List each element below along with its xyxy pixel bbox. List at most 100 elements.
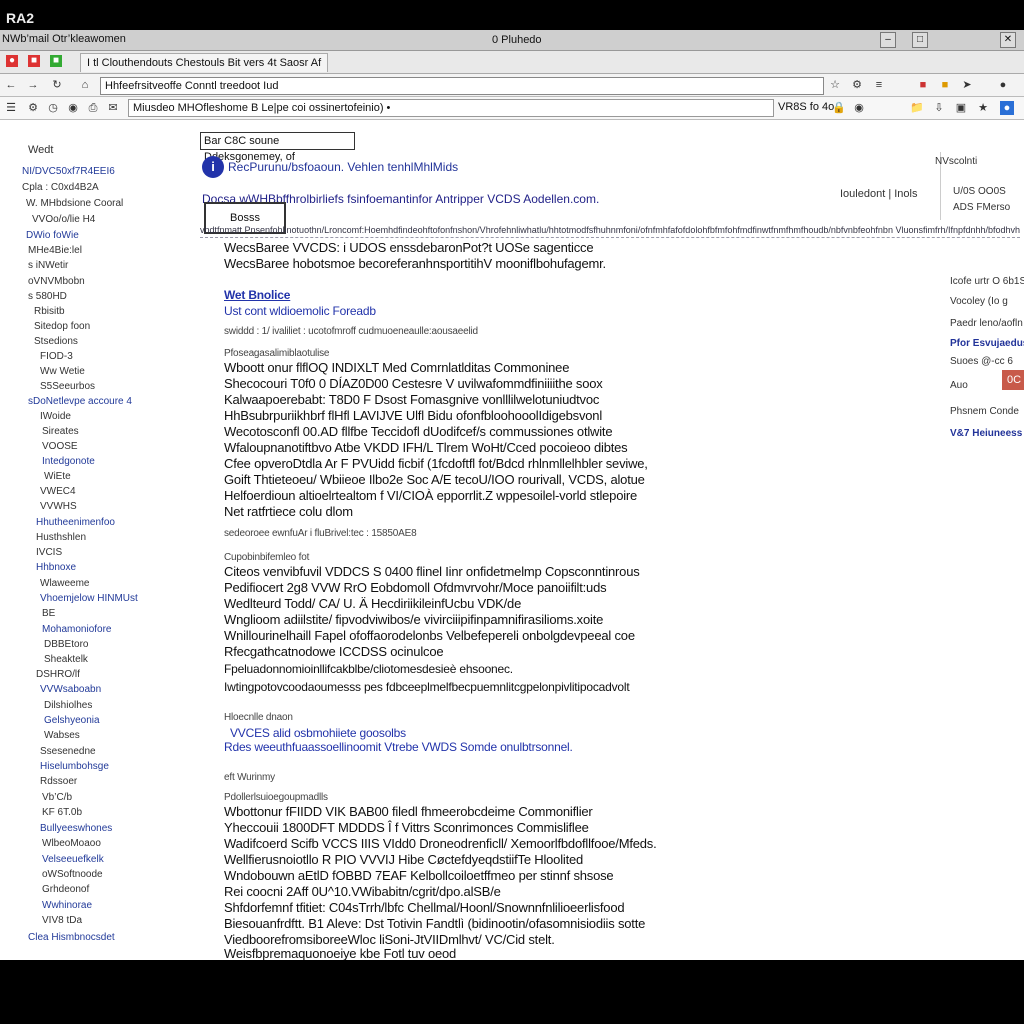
share-icon[interactable]: ➤: [960, 78, 974, 92]
sidebar-item[interactable]: VOOSE: [42, 441, 78, 452]
sidebar-item[interactable]: Velseeuefkelk: [42, 854, 104, 865]
sidebar-item[interactable]: Ssesenedne: [40, 746, 96, 757]
sidebar-item[interactable]: Grhdeonof: [42, 884, 89, 895]
search-field[interactable]: Miusdeo MHOfleshome B Le|pe coi ossinert…: [128, 99, 774, 117]
globe-icon[interactable]: ◉: [66, 101, 80, 115]
browser-logo-icon[interactable]: ●: [6, 55, 18, 67]
menu-icon[interactable]: ≡: [872, 78, 886, 92]
address-bar[interactable]: Hhfeefrsitveoffe Conntl treedoot Iud: [100, 77, 824, 95]
tab-active[interactable]: I tl Clouthendouts Chestouls Bit vers 4t…: [80, 53, 329, 72]
sidebar-item[interactable]: WiEte: [44, 471, 71, 482]
sidebar-item[interactable]: Intedgonote: [42, 456, 95, 467]
download-icon[interactable]: ⇩: [932, 101, 946, 115]
sidebar-item[interactable]: VIV8 tDa: [42, 915, 82, 926]
eye-icon[interactable]: ◉: [852, 101, 866, 115]
red-app-icon[interactable]: ■: [28, 55, 40, 67]
sidebar-item[interactable]: Cpla : C0xd4B2A: [22, 182, 99, 193]
query-box[interactable]: Bar C8C soune Ddeksgonemey, of: [200, 132, 355, 163]
close-button[interactable]: ✕: [1000, 32, 1016, 48]
sidebar-item[interactable]: Sitedop foon: [34, 321, 90, 332]
right-label: Phsnem Conde: [950, 406, 1019, 417]
info-icon: i: [202, 156, 224, 178]
sidebar-item[interactable]: DSHRO/lf: [36, 669, 80, 680]
sidebar-item[interactable]: Gelshyeonia: [44, 715, 100, 726]
extension-icon[interactable]: ⚙: [850, 78, 864, 92]
sidebar-item[interactable]: Bullyeeswhones: [40, 823, 112, 834]
result-line: Citeos venvibfuvil VDDCS S 0400 flinel I…: [224, 564, 640, 579]
sidebar-item[interactable]: Hiselumbohsge: [40, 761, 109, 772]
sidebar-item[interactable]: sDoNetlevpe accoure 4: [28, 396, 132, 407]
sidebar-item[interactable]: Vb’C/b: [42, 792, 72, 803]
lock-icon[interactable]: 🔒: [832, 101, 846, 115]
window-title-left: NWb’mail Otr’kleawomen: [2, 33, 126, 45]
sidebar-item[interactable]: VWEC4: [40, 486, 76, 497]
sidebar-item[interactable]: MHe4Bie:lel: [28, 245, 82, 256]
sidebar-item[interactable]: VVOo/o/lie H4: [32, 214, 95, 225]
sidebar-item[interactable]: Sireates: [42, 426, 79, 437]
mail-icon[interactable]: ✉: [106, 101, 120, 115]
green-app-icon[interactable]: ■: [50, 55, 62, 67]
star-icon[interactable]: ★: [976, 101, 990, 115]
right-link[interactable]: Pfor Esvujaedus: [950, 338, 1024, 349]
sidebar-item[interactable]: VVWsaboabn: [40, 684, 101, 695]
sidebar-item[interactable]: S5Seeurbos: [40, 381, 95, 392]
url-line[interactable]: vhdtfnmatt Pnsenfohlinotuothn/Lroncomf:H…: [200, 225, 1020, 238]
sidebar-item[interactable]: s iNWetir: [28, 260, 68, 271]
sidebar-item[interactable]: Wabses: [44, 730, 80, 741]
red-extension-icon[interactable]: ■: [916, 78, 930, 92]
right-link[interactable]: V&7 Heiuneess: [950, 428, 1022, 439]
sidebar-item[interactable]: NI/DVC50xf7R4EEI6: [22, 166, 115, 177]
tools-icon[interactable]: ☰: [4, 101, 18, 115]
result-tools[interactable]: Iouledont | Inols: [840, 188, 917, 200]
sidebar-item[interactable]: oVNVMbobn: [28, 276, 85, 287]
sidebar-item[interactable]: KF 6T.0b: [42, 807, 82, 818]
back-icon[interactable]: ←: [4, 78, 18, 92]
gear-icon[interactable]: ⚙: [26, 101, 40, 115]
minimize-button[interactable]: –: [880, 32, 896, 48]
sidebar-item[interactable]: DBBEtoro: [44, 639, 88, 650]
bookmark-icon[interactable]: ☆: [828, 78, 842, 92]
profile-icon[interactable]: ●: [996, 78, 1010, 92]
sidebar-item[interactable]: Husthshlen: [36, 532, 86, 543]
sidebar-item[interactable]: Wlaweeme: [40, 578, 89, 589]
sidebar-item[interactable]: VVWHS: [40, 501, 77, 512]
sidebar-item[interactable]: Clea Hismbnocsdet: [28, 932, 115, 943]
sidebar-item[interactable]: Rbisitb: [34, 306, 65, 317]
subhead-text[interactable]: Ust cont wldioemolic Foreadb: [224, 304, 376, 318]
sidebar-item[interactable]: Stsedions: [34, 336, 78, 347]
section-label: Hloecnlle dnaon: [224, 712, 293, 723]
sidebar-item[interactable]: IWoide: [40, 411, 71, 422]
print-icon[interactable]: ⎙: [86, 101, 100, 115]
sidebar-item[interactable]: WlbeoMoaoo: [42, 838, 101, 849]
sidebar-item[interactable]: FIOD-3: [40, 351, 73, 362]
sidebar-item[interactable]: W. MHbdsione Cooral: [26, 198, 123, 209]
sidebar-item[interactable]: IVCIS: [36, 547, 62, 558]
subhead-link[interactable]: Wet Bnolice: [224, 288, 290, 302]
count-badge[interactable]: 0C: [1002, 370, 1024, 390]
sidebar-item[interactable]: Hhutheenimenfoo: [36, 517, 115, 528]
folder-icon[interactable]: 📁: [910, 101, 924, 115]
sidebar-item[interactable]: Sheaktelk: [44, 654, 88, 665]
notice-link[interactable]: RecPurunu/bsfoaoun. Vehlen tenhlMhlMids: [228, 160, 458, 174]
sidebar-item[interactable]: Ww Wetie: [40, 366, 85, 377]
sidebar-item[interactable]: Rdssoer: [40, 776, 77, 787]
refresh-icon[interactable]: ↻: [50, 78, 64, 92]
sidebar-item[interactable]: Mohamoniofore: [42, 624, 111, 635]
sidebar-item[interactable]: Hhbnoxe: [36, 562, 76, 573]
account-icon[interactable]: ●: [1000, 101, 1014, 115]
result-link[interactable]: VVCES alid osbmohiiete goosolbs: [230, 726, 406, 740]
sidebar-item[interactable]: DWio foWie: [26, 230, 79, 241]
home-icon[interactable]: ⌂: [78, 78, 92, 92]
result-line[interactable]: Rdes weeuthfuaassoellinoomit Vtrebe VWDS…: [224, 740, 573, 754]
forward-icon[interactable]: →: [26, 78, 40, 92]
save-icon[interactable]: ▣: [954, 101, 968, 115]
sidebar-item[interactable]: s 580HD: [28, 291, 67, 302]
clock-icon[interactable]: ◷: [46, 101, 60, 115]
sidebar-item[interactable]: Dilshiolhes: [44, 700, 92, 711]
sidebar-item[interactable]: Vhoemjelow HINMUst: [40, 593, 138, 604]
sidebar-item[interactable]: Wwhinorae: [42, 900, 92, 911]
yellow-extension-icon[interactable]: ■: [938, 78, 952, 92]
sidebar-item[interactable]: oWSoftnoode: [42, 869, 103, 880]
sidebar-item[interactable]: BE: [42, 608, 55, 619]
maximize-button[interactable]: □: [912, 32, 928, 48]
